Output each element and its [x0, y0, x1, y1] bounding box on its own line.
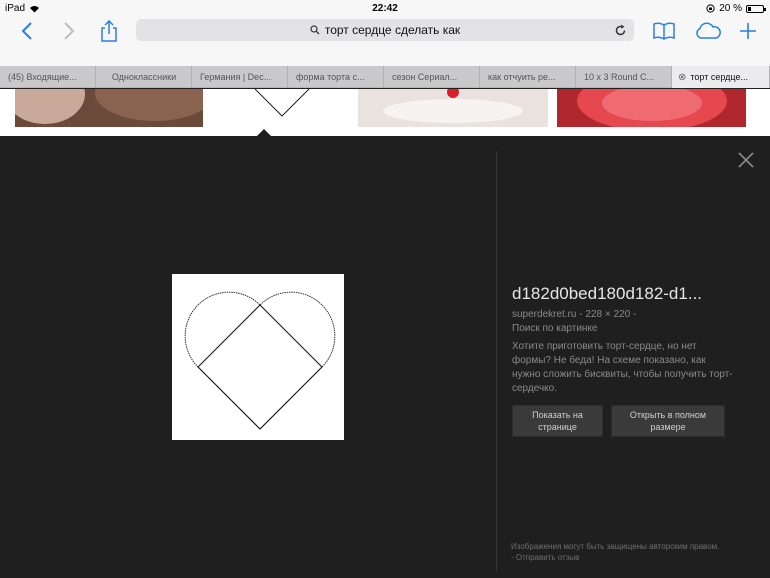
chevron-left-icon [21, 22, 32, 40]
reload-button[interactable] [612, 22, 628, 38]
image-source[interactable]: superdekret.ru [512, 309, 576, 320]
tab-6[interactable]: как отчуить ре... [480, 66, 576, 88]
thumbnail-cake-white[interactable] [358, 86, 548, 127]
icloud-tabs-button[interactable] [692, 16, 724, 46]
image-description: Хотите приготовить торт-сердце, но нет ф… [512, 341, 733, 394]
orientation-lock-icon [706, 4, 715, 13]
battery-percent: 20 % [719, 3, 742, 14]
close-viewer-button[interactable] [737, 151, 755, 169]
feedback-link[interactable]: Отправить отзыв [516, 553, 580, 562]
show-on-page-button[interactable]: Показать на странице [512, 405, 603, 437]
battery-icon [746, 4, 766, 13]
meta-separator-2: - [632, 309, 637, 320]
tab-1[interactable]: (45) Входящие... [0, 66, 96, 88]
open-full-size-button[interactable]: Открыть в полном размере [611, 405, 725, 437]
image-info: d182d0bed180d182-d1... superdekret.ru - … [512, 284, 734, 437]
tab-5[interactable]: сезон Сериал... [384, 66, 480, 88]
back-button[interactable] [12, 16, 42, 46]
tab-7[interactable]: 10 x 3 Round C... [576, 66, 672, 88]
tab-active-label: торт сердце... [690, 72, 748, 82]
browser-toolbar: торт сердце сделать как [0, 16, 770, 66]
close-tab-icon[interactable]: ⊗ [678, 72, 686, 83]
panel-divider [496, 151, 497, 571]
thumbnail-cake-red[interactable] [557, 71, 746, 131]
cloud-icon [696, 22, 721, 39]
status-bar: iPad 22:42 20 % [0, 0, 770, 16]
chevron-right-icon [64, 22, 75, 40]
image-title[interactable]: d182d0bed180d182-d1... [512, 284, 734, 304]
tab-4[interactable]: форма торта с... [288, 66, 384, 88]
forward-button[interactable] [54, 16, 84, 46]
tab-2[interactable]: Одноклассники [96, 66, 192, 88]
reload-icon [615, 24, 625, 35]
bookmarks-button[interactable] [649, 16, 679, 46]
image-viewer-panel: d182d0bed180d182-d1... superdekret.ru - … [0, 129, 770, 578]
address-text: торт сердце сделать как [324, 23, 461, 37]
close-icon [738, 152, 754, 168]
tab-active[interactable]: ⊗ торт сердце... [672, 66, 770, 88]
heart-diagram-image[interactable] [172, 274, 344, 440]
copyright-text: Изображения могут быть защищены авторски… [511, 542, 720, 551]
clock: 22:42 [372, 3, 398, 14]
book-icon [653, 22, 675, 40]
selection-pointer [256, 129, 272, 137]
meta-separator: - [579, 309, 583, 320]
search-by-image-link[interactable]: Поиск по картинке [512, 323, 734, 334]
share-button[interactable] [94, 16, 124, 46]
image-dimensions: 228 × 220 [585, 309, 631, 320]
image-meta: superdekret.ru - 228 × 220 - [512, 309, 734, 320]
address-bar[interactable]: торт сердце сделать как [136, 19, 634, 41]
plus-icon [740, 23, 756, 39]
share-icon [101, 20, 117, 42]
tab-3[interactable]: Германия | Dec... [192, 66, 288, 88]
thumbnail-heart-diagram[interactable] [212, 88, 349, 127]
search-icon [310, 25, 320, 35]
new-tab-button[interactable] [733, 16, 763, 46]
copyright-notice: Изображения могут быть защищены авторски… [511, 541, 721, 563]
image-results-strip [0, 64, 770, 136]
thumbnail-cake-brown[interactable] [5, 64, 215, 127]
tab-bar: (45) Входящие... Одноклассники Германия … [0, 66, 770, 88]
